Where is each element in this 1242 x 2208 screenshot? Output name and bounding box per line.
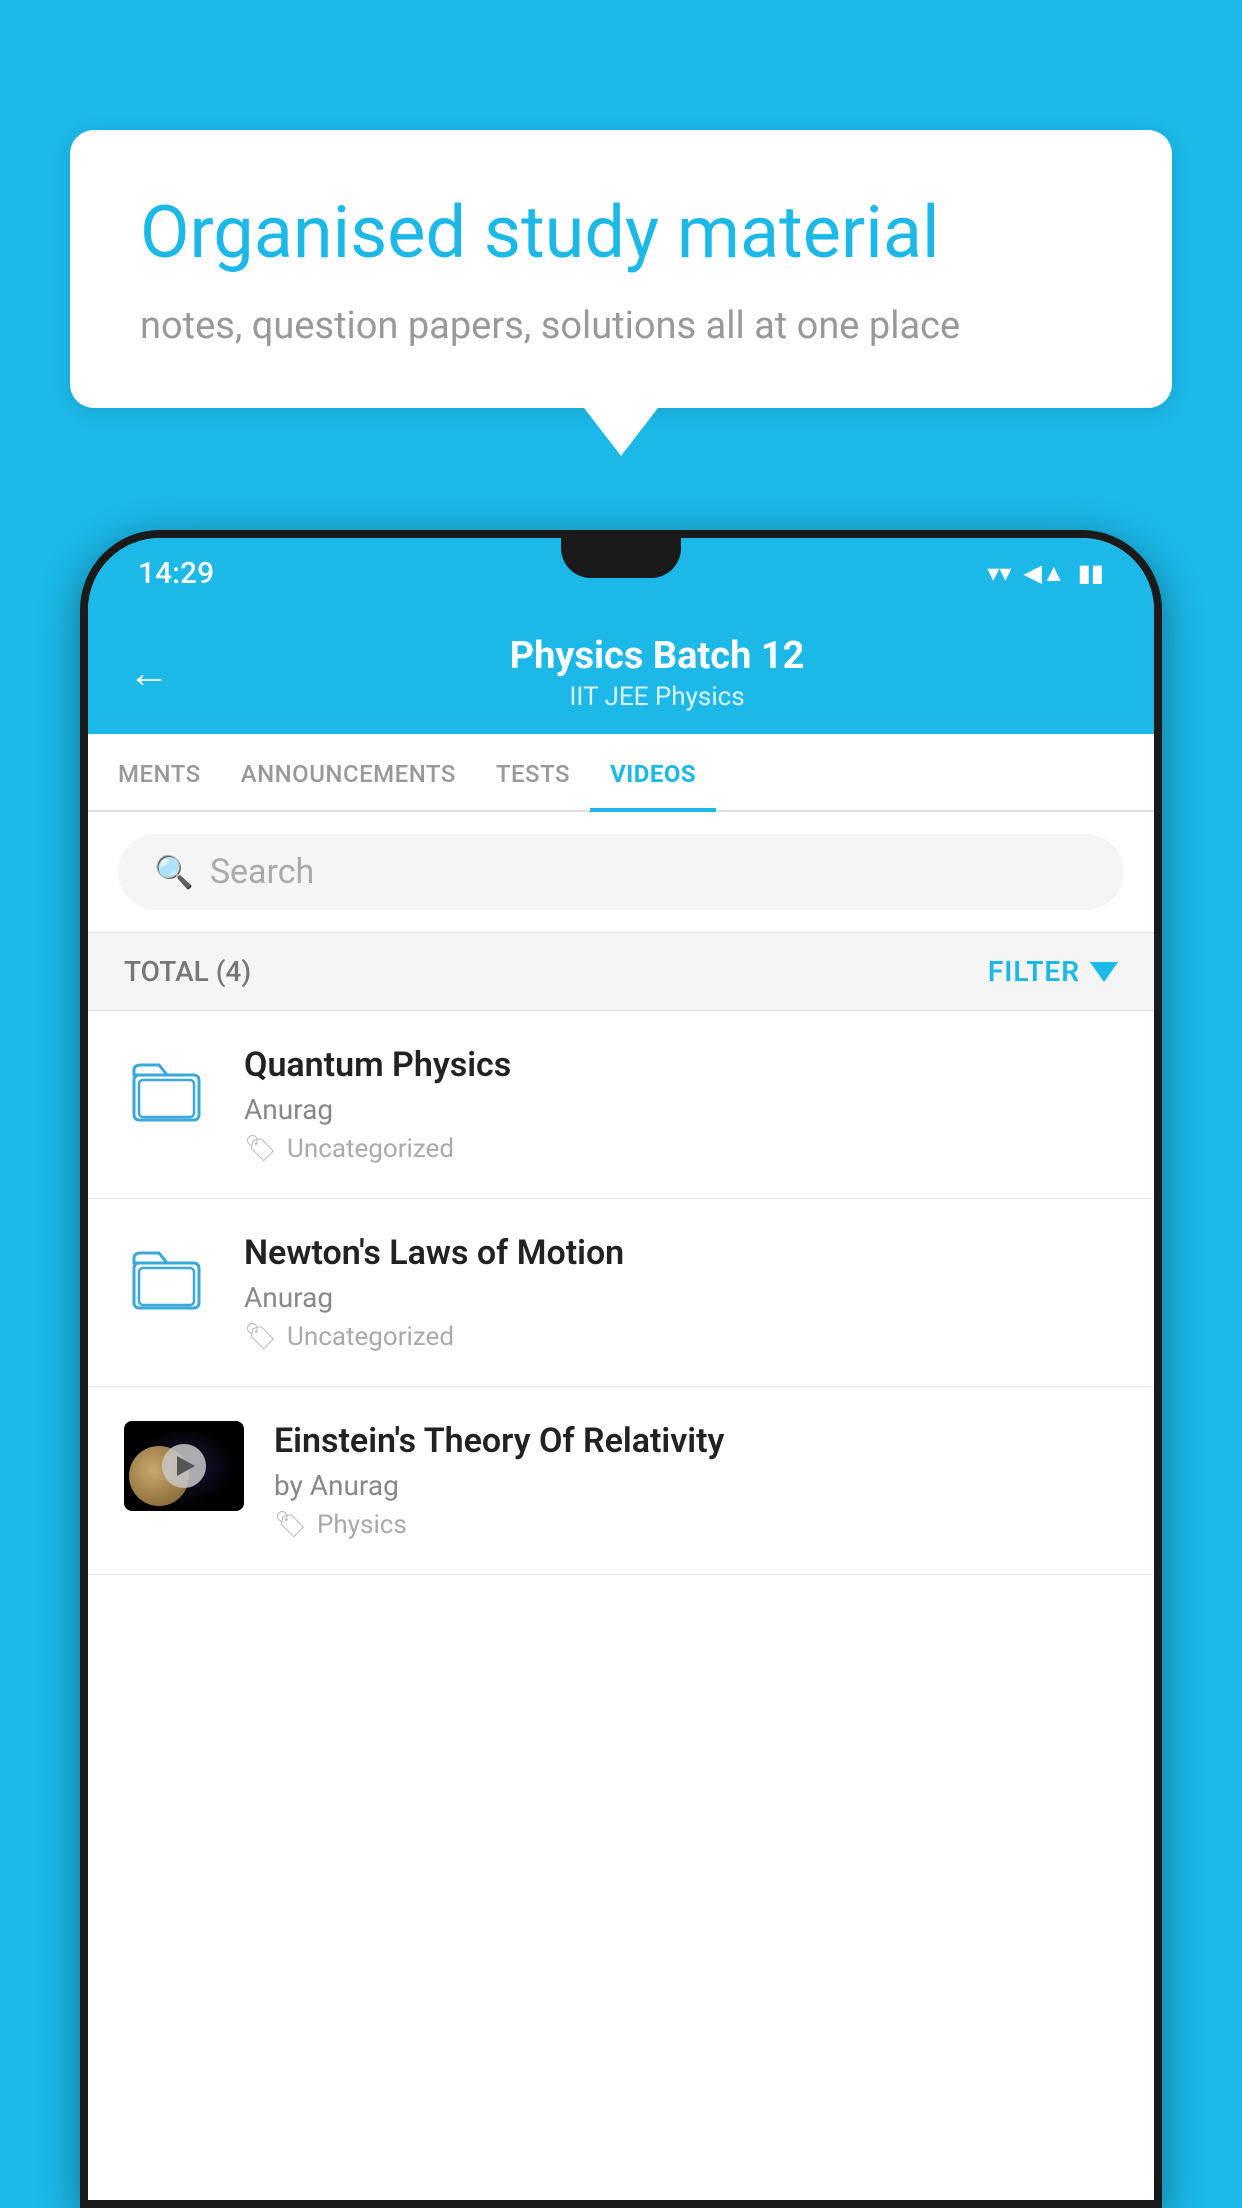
video-list: Quantum Physics Anurag 🏷 Uncategorized: [88, 1011, 1154, 1575]
search-input[interactable]: Search: [210, 852, 314, 892]
filter-bar: TOTAL (4) FILTER: [88, 933, 1154, 1011]
video-tag: Physics: [317, 1510, 407, 1540]
search-container: 🔍 Search: [88, 812, 1154, 933]
filter-icon: [1090, 962, 1118, 982]
tag-icon: 🏷: [244, 1134, 277, 1164]
phone-inner: 14:29 ▾▾ ◀▲ ▮▮ ← Physics Batch 12 IIT JE…: [88, 538, 1154, 2200]
video-tag: Uncategorized: [287, 1322, 454, 1352]
search-icon: 🔍: [154, 853, 194, 891]
video-author: by Anurag: [274, 1469, 1118, 1502]
tab-ments[interactable]: MENTS: [98, 734, 221, 810]
status-bar: 14:29 ▾▾ ◀▲ ▮▮: [88, 538, 1154, 608]
video-tag-row: 🏷 Uncategorized: [244, 1322, 1118, 1352]
video-info: Newton's Laws of Motion Anurag 🏷 Uncateg…: [244, 1233, 1118, 1352]
tab-announcements[interactable]: ANNOUNCEMENTS: [221, 734, 476, 810]
battery-icon: ▮▮: [1078, 559, 1104, 587]
video-info: Einstein's Theory Of Relativity by Anura…: [274, 1421, 1118, 1540]
list-item[interactable]: Quantum Physics Anurag 🏷 Uncategorized: [88, 1011, 1154, 1199]
video-thumbnail: [124, 1421, 244, 1511]
header-title-block: Physics Batch 12 IIT JEE Physics: [200, 634, 1114, 712]
tag-icon: 🏷: [244, 1322, 277, 1352]
video-title: Einstein's Theory Of Relativity: [274, 1421, 1118, 1461]
video-tag-row: 🏷 Physics: [274, 1510, 1118, 1540]
search-input-wrapper[interactable]: 🔍 Search: [118, 834, 1124, 910]
total-count: TOTAL (4): [124, 955, 251, 988]
filter-button[interactable]: FILTER: [988, 955, 1118, 988]
header-subtitle: IIT JEE Physics: [200, 682, 1114, 712]
speech-bubble-container: Organised study material notes, question…: [70, 130, 1172, 408]
notch: [561, 538, 681, 578]
video-info: Quantum Physics Anurag 🏷 Uncategorized: [244, 1045, 1118, 1164]
tabs-bar: MENTS ANNOUNCEMENTS TESTS VIDEOS: [88, 734, 1154, 812]
tag-icon: 🏷: [274, 1510, 307, 1540]
play-button[interactable]: [162, 1444, 206, 1488]
speech-bubble-title: Organised study material: [140, 190, 1102, 276]
folder-icon: [124, 1045, 214, 1135]
speech-bubble: Organised study material notes, question…: [70, 130, 1172, 408]
header-title: Physics Batch 12: [200, 634, 1114, 678]
list-item[interactable]: Einstein's Theory Of Relativity by Anura…: [88, 1387, 1154, 1575]
wifi-icon: ▾▾: [987, 559, 1011, 587]
folder-icon: [124, 1233, 214, 1323]
list-item[interactable]: Newton's Laws of Motion Anurag 🏷 Uncateg…: [88, 1199, 1154, 1387]
video-title: Newton's Laws of Motion: [244, 1233, 1118, 1273]
phone-frame: 14:29 ▾▾ ◀▲ ▮▮ ← Physics Batch 12 IIT JE…: [80, 530, 1162, 2208]
video-title: Quantum Physics: [244, 1045, 1118, 1085]
play-icon: [177, 1456, 195, 1476]
status-time: 14:29: [138, 556, 214, 591]
status-icons: ▾▾ ◀▲ ▮▮: [987, 559, 1104, 588]
speech-bubble-subtitle: notes, question papers, solutions all at…: [140, 304, 1102, 348]
app-header: ← Physics Batch 12 IIT JEE Physics: [88, 608, 1154, 734]
video-tag: Uncategorized: [287, 1134, 454, 1164]
filter-label: FILTER: [988, 955, 1080, 988]
back-button[interactable]: ←: [128, 649, 170, 698]
tab-videos[interactable]: VIDEOS: [590, 734, 716, 810]
video-author: Anurag: [244, 1093, 1118, 1126]
signal-icon: ◀▲: [1023, 559, 1065, 588]
video-author: Anurag: [244, 1281, 1118, 1314]
tab-tests[interactable]: TESTS: [476, 734, 590, 810]
video-tag-row: 🏷 Uncategorized: [244, 1134, 1118, 1164]
